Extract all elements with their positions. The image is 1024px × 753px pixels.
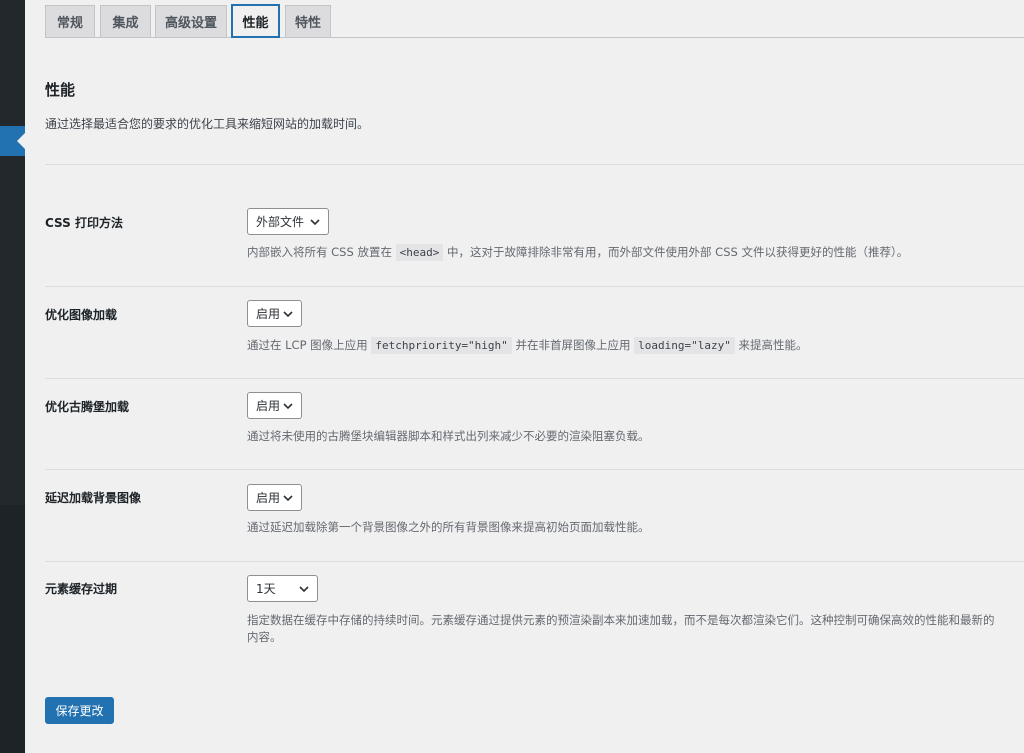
element-cache-select[interactable]: 1天 (247, 575, 318, 602)
chevron-down-icon (299, 586, 309, 593)
tab-features[interactable]: 特性 (285, 5, 331, 37)
admin-menu (0, 0, 25, 505)
chevron-down-icon (283, 495, 293, 502)
section-divider (45, 164, 1024, 165)
tab-performance[interactable]: 性能 (231, 4, 280, 38)
code-fetchpriority: fetchpriority="high" (371, 337, 512, 354)
chevron-down-icon (283, 403, 293, 410)
optimize-gutenberg-select[interactable]: 启用 (247, 392, 302, 419)
save-changes-button[interactable]: 保存更改 (45, 697, 114, 724)
css-print-method-help: 内部嵌入将所有 CSS 放置在 <head> 中，这对于故障排除非常有用，而外部… (247, 244, 909, 261)
tab-integrations[interactable]: 集成 (100, 5, 151, 37)
row-divider (45, 286, 1024, 287)
optimize-image-loading-value: 启用 (256, 307, 281, 321)
tab-general[interactable]: 常规 (45, 5, 95, 37)
active-menu-arrow (17, 133, 25, 149)
optimize-gutenberg-value: 启用 (256, 399, 281, 413)
lazy-load-bg-select[interactable]: 启用 (247, 484, 302, 511)
optimize-gutenberg-help: 通过将未使用的古腾堡块编辑器脚本和样式出列来减少不必要的渲染阻塞负载。 (247, 429, 650, 443)
css-print-method-select[interactable]: 外部文件 (247, 208, 329, 235)
lazy-load-bg-value: 启用 (256, 491, 281, 505)
element-cache-label: 元素缓存过期 (45, 582, 118, 596)
optimize-gutenberg-label: 优化古腾堡加载 (45, 400, 130, 414)
chevron-down-icon (310, 219, 320, 226)
row-divider (45, 469, 1024, 470)
optimize-image-loading-select[interactable]: 启用 (247, 300, 302, 327)
row-divider (45, 561, 1024, 562)
code-head: <head> (395, 244, 444, 261)
lazy-load-bg-help: 通过延迟加载除第一个背景图像之外的所有背景图像来提高初始页面加载性能。 (247, 520, 650, 534)
lazy-load-bg-label: 延迟加载背景图像 (45, 491, 142, 505)
chevron-down-icon (283, 311, 293, 318)
css-print-method-value: 外部文件 (256, 215, 305, 229)
element-cache-value: 1天 (256, 582, 276, 596)
tab-advanced[interactable]: 高级设置 (155, 5, 227, 37)
element-cache-help: 指定数据在缓存中存储的持续时间。元素缓存通过提供元素的预渲染副本来加速加载，而不… (247, 613, 995, 644)
optimize-image-loading-help: 通过在 LCP 图像上应用 fetchpriority="high" 并在非首屏… (247, 337, 808, 354)
section-description: 通过选择最适合您的要求的优化工具来缩短网站的加载时间。 (45, 117, 370, 131)
optimize-image-loading-label: 优化图像加载 (45, 308, 118, 322)
settings-tabs: 常规 集成 高级设置 性能 特性 (45, 0, 1024, 38)
css-print-method-label: CSS 打印方法 (45, 216, 123, 230)
row-divider (45, 378, 1024, 379)
code-loading-lazy: loading="lazy" (634, 337, 735, 354)
admin-sidebar (0, 0, 25, 753)
section-title: 性能 (45, 81, 76, 99)
